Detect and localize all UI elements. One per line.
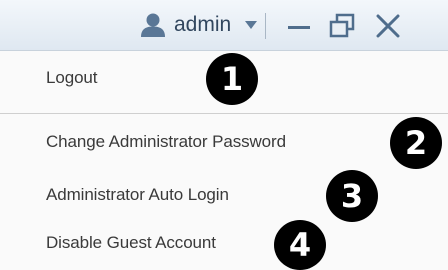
menu-item-label: Administrator Auto Login xyxy=(46,185,229,204)
menu-item-change-admin-password[interactable]: Change Administrator Password xyxy=(0,117,448,167)
minimize-button[interactable] xyxy=(283,10,315,42)
restore-icon xyxy=(329,13,355,38)
menu-item-label: Logout xyxy=(46,68,98,87)
menu-item-label: Disable Guest Account xyxy=(46,233,216,252)
title-bar: admin xyxy=(0,0,448,51)
user-dropdown-menu: Logout 1 Change Administrator Password 2… xyxy=(0,51,448,270)
close-button[interactable] xyxy=(372,10,404,42)
menu-divider xyxy=(0,113,448,114)
restore-button[interactable] xyxy=(326,10,358,42)
callout-badge-3: 3 xyxy=(326,170,378,222)
minimize-icon xyxy=(288,26,310,29)
menu-item-disable-guest-account[interactable]: Disable Guest Account xyxy=(0,218,448,268)
menu-item-admin-auto-login[interactable]: Administrator Auto Login xyxy=(0,170,448,220)
callout-badge-1: 1 xyxy=(206,53,258,105)
callout-badge-2: 2 xyxy=(390,117,442,169)
callout-badge-4: 4 xyxy=(274,220,326,270)
username-label: admin xyxy=(174,13,232,36)
close-icon xyxy=(376,14,400,38)
user-menu-toggle[interactable]: admin xyxy=(140,0,258,50)
user-icon xyxy=(141,13,165,37)
menu-item-label: Change Administrator Password xyxy=(46,132,286,151)
titlebar-divider xyxy=(265,13,266,39)
caret-down-icon xyxy=(245,21,258,29)
